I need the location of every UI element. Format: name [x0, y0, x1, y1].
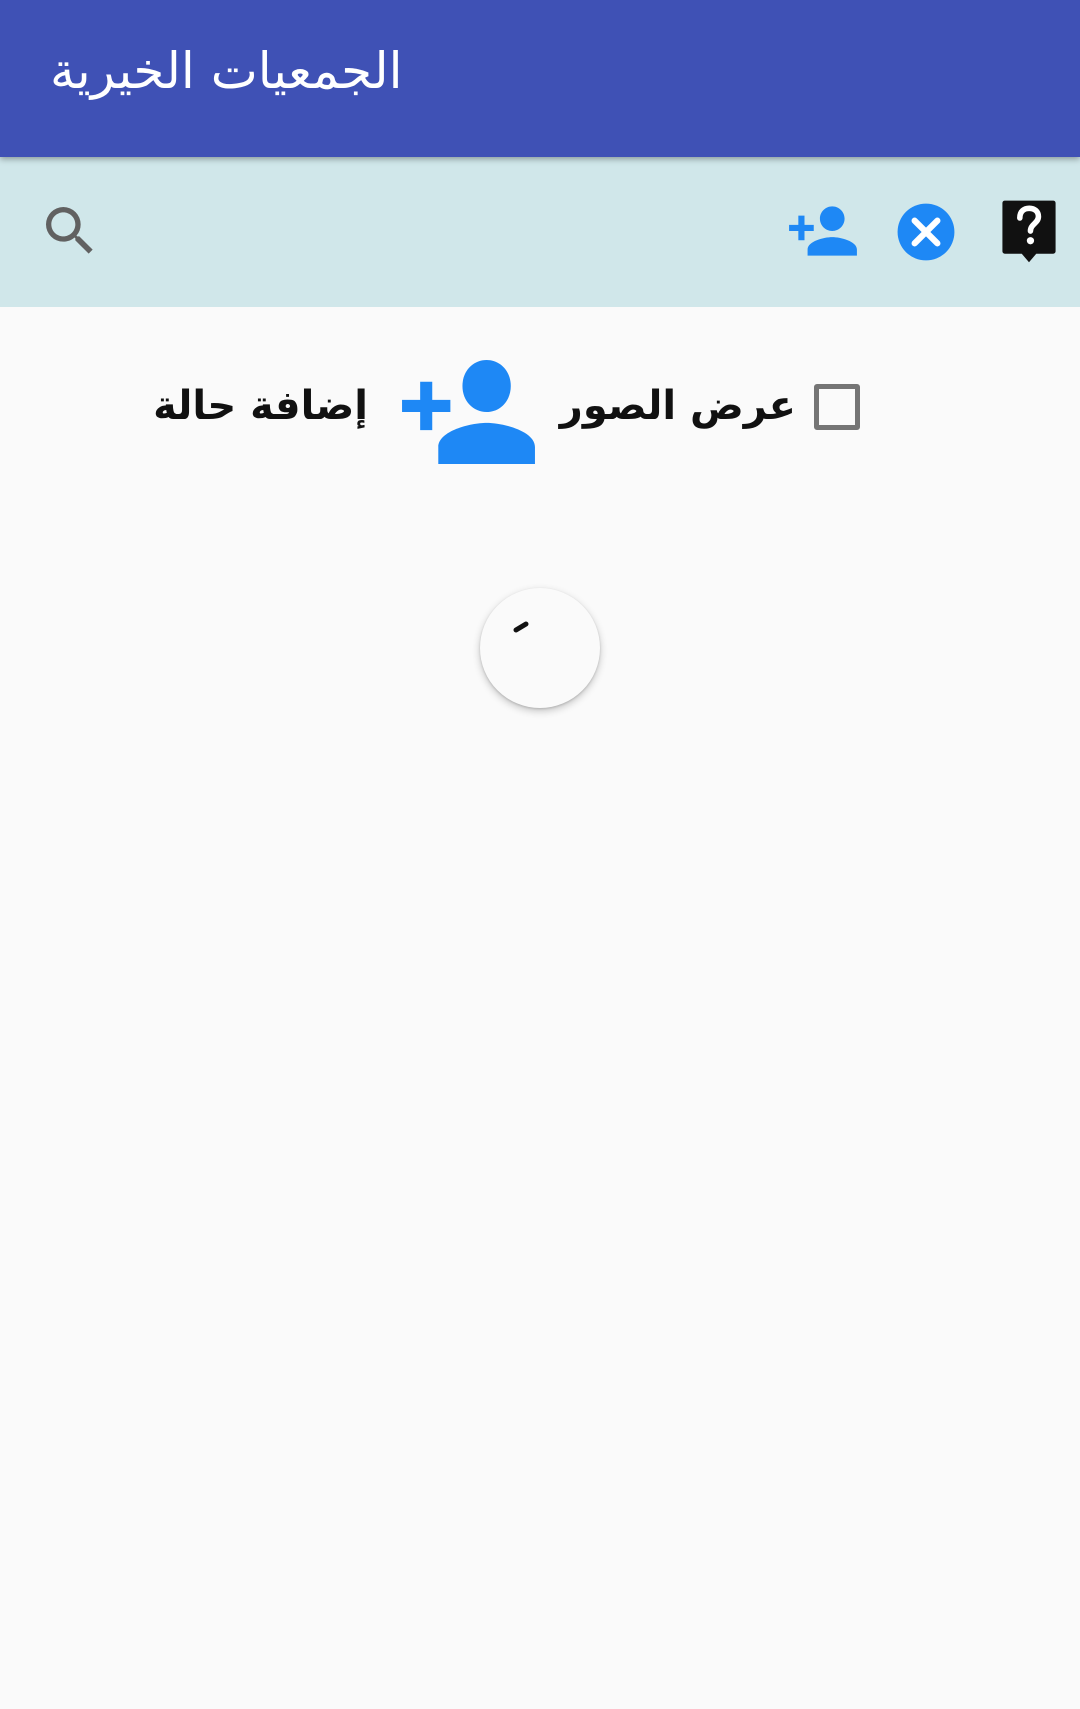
spinner-arc-icon: [513, 621, 529, 633]
add-person-icon[interactable]: [786, 201, 860, 261]
close-circle-icon[interactable]: [895, 201, 957, 263]
search-icon[interactable]: [38, 199, 102, 263]
app-bar: الجمعيات الخيرية: [0, 0, 1080, 157]
help-bubble-icon[interactable]: [1000, 198, 1058, 266]
add-person-icon[interactable]: [396, 360, 541, 464]
show-images-label[interactable]: عرض الصور: [560, 376, 796, 436]
toolbar: [0, 157, 1080, 307]
page-title: الجمعيات الخيرية: [50, 42, 403, 100]
loading-spinner: [480, 588, 600, 708]
controls-row: عرض الصور إضافة حالة: [0, 340, 1080, 470]
show-images-checkbox[interactable]: [814, 384, 860, 430]
add-case-label[interactable]: إضافة حالة: [153, 376, 368, 436]
